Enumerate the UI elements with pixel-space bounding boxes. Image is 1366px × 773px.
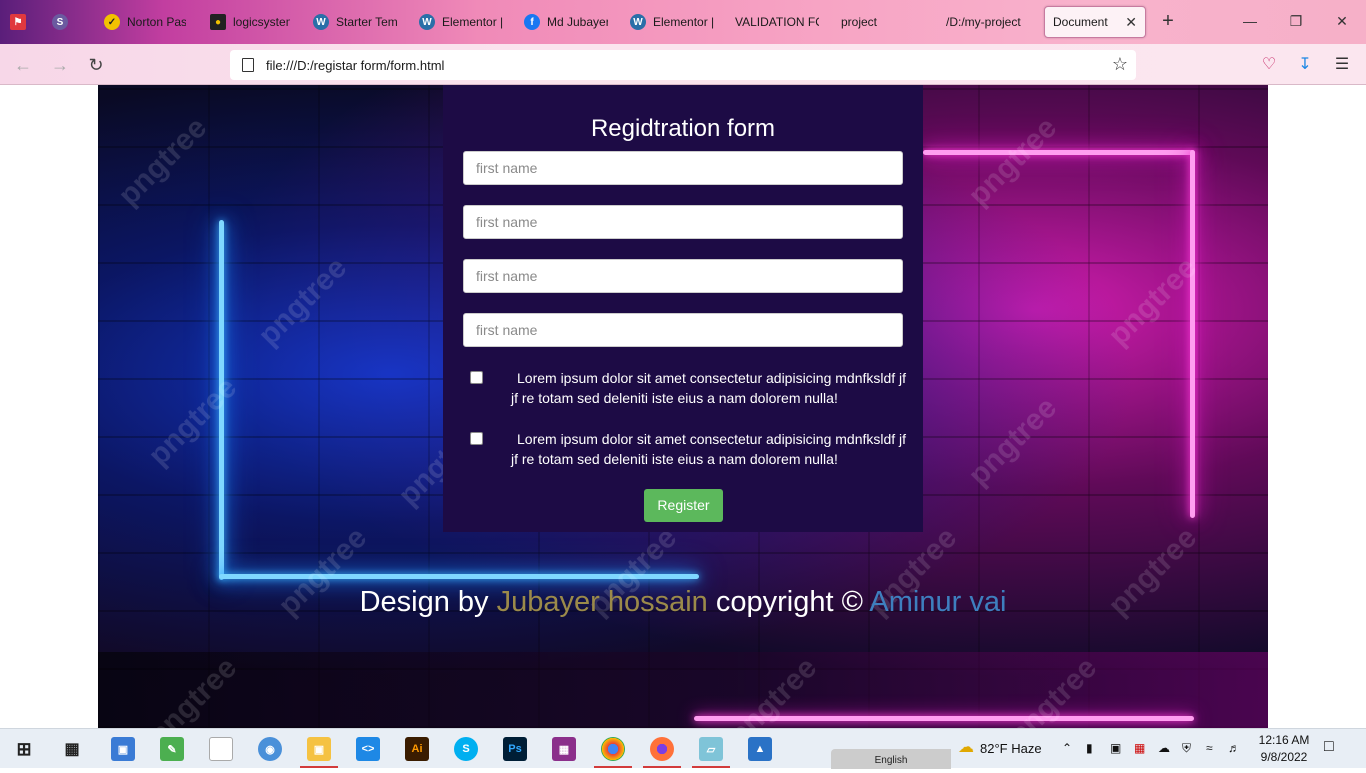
- volume-icon[interactable]: ♬: [1228, 741, 1240, 755]
- facebook-icon: f: [524, 14, 540, 30]
- tab-label: Starter Temp: [336, 15, 397, 29]
- first-name-field-1[interactable]: [463, 151, 903, 185]
- terms-checkbox-1[interactable]: [470, 371, 483, 384]
- windows-start-icon[interactable]: ⊞: [12, 737, 36, 761]
- clock-date: 9/8/2022: [1260, 750, 1308, 764]
- tab-document-active[interactable]: Document ✕: [1044, 6, 1146, 38]
- neon-brick-background: pngtree pngtree pngtree pngtree pngtree …: [98, 85, 1268, 728]
- author-name: Jubayer hossain: [496, 586, 708, 618]
- address-url: file:///D:/registar form/form.html: [266, 57, 445, 73]
- windows-taskbar: ⊞ ▦ ▣ ✎ ◉ ▣ <> Ai S Ps ▦ ▱ ▲ English ☁ 8…: [0, 728, 1366, 769]
- clock-time: 12:16 AM: [1258, 733, 1310, 747]
- tab-label: Elementor |: [442, 15, 503, 29]
- security-icon[interactable]: ⛨: [1182, 741, 1191, 756]
- wifi-icon[interactable]: ≈: [1206, 741, 1213, 755]
- forward-arrow-icon[interactable]: →: [47, 52, 73, 78]
- tab-md-jubayer[interactable]: f Md Jubayer: [524, 6, 608, 38]
- close-tab-icon[interactable]: ✕: [1125, 14, 1137, 31]
- photos-icon[interactable]: ▲: [748, 737, 772, 761]
- neon-pink-line: [1190, 150, 1195, 518]
- page-viewport: pngtree pngtree pngtree pngtree pngtree …: [0, 85, 1366, 728]
- reload-icon[interactable]: ↻: [83, 52, 109, 78]
- tab-norton[interactable]: ✓ Norton Pass: [104, 6, 186, 38]
- notepad-icon[interactable]: ✎: [160, 737, 184, 761]
- bookmark-star-icon[interactable]: ☆: [1112, 54, 1128, 75]
- checkbox-label: Lorem ipsum dolor sit amet consectetur a…: [511, 431, 907, 467]
- close-window-icon[interactable]: ✕: [1332, 10, 1352, 34]
- chevron-up-icon[interactable]: ⌃: [1062, 741, 1072, 755]
- tab-elementor-2[interactable]: W Elementor |: [630, 6, 714, 38]
- task-view-icon[interactable]: ▦: [60, 737, 84, 761]
- onedrive-icon[interactable]: ☁: [1158, 741, 1170, 755]
- logic-icon: ●: [210, 14, 226, 30]
- register-button[interactable]: Register: [644, 489, 723, 522]
- tab-label: /D:/my-project: [946, 15, 1021, 29]
- browser-nav-bar: ← → ↻ file:///D:/registar form/form.html…: [0, 44, 1366, 85]
- first-name-field-3[interactable]: [463, 259, 903, 293]
- language-indicator[interactable]: English: [831, 749, 951, 769]
- wordpress-icon: W: [419, 14, 435, 30]
- skype-icon[interactable]: S: [454, 737, 478, 761]
- device-icon[interactable]: ▣: [1110, 741, 1121, 755]
- tab-label: Md Jubayer: [547, 15, 608, 29]
- file-icon[interactable]: [209, 737, 233, 761]
- illustrator-icon[interactable]: Ai: [405, 737, 429, 761]
- tab-label: project: [841, 15, 878, 29]
- credit-name: Aminur vai: [869, 586, 1007, 618]
- credit-prefix: Design by: [359, 586, 489, 618]
- first-name-field-4[interactable]: [463, 313, 903, 347]
- terms-checkbox-2[interactable]: [470, 432, 483, 445]
- first-name-field-2[interactable]: [463, 205, 903, 239]
- tab-label: VALIDATION FO: [735, 15, 819, 29]
- form-title: Regidtration form: [590, 115, 776, 142]
- restore-window-icon[interactable]: ❐: [1286, 10, 1306, 34]
- tab-starter-templates[interactable]: W Starter Temp: [313, 6, 397, 38]
- browser-tab-strip: ⚑ S ✓ Norton Pass ● logicsystem W Starte…: [0, 0, 1366, 44]
- extension-icon[interactable]: S: [52, 6, 74, 38]
- tab-project[interactable]: project: [841, 6, 925, 38]
- battery-icon[interactable]: ▮: [1086, 741, 1093, 755]
- neon-pink-line: [923, 150, 1195, 155]
- chrome-icon[interactable]: [601, 737, 625, 761]
- tab-my-project[interactable]: /D:/my-project: [946, 6, 1030, 38]
- photoshop-icon[interactable]: Ps: [503, 737, 527, 761]
- notification-icon[interactable]: □: [1324, 738, 1334, 756]
- firefox-view-icon[interactable]: ⚑: [10, 6, 32, 38]
- pdf-icon[interactable]: ▦: [1134, 741, 1145, 755]
- copyright-text: copyright ©: [715, 586, 863, 618]
- weather-icon: ☁: [958, 739, 974, 756]
- tab-validation[interactable]: VALIDATION FO: [735, 6, 819, 38]
- tab-label: Norton Pass: [127, 15, 186, 29]
- footer-credit: Design by Jubayer hossain copyright © Am…: [98, 586, 1268, 619]
- weather-text[interactable]: 82°F Haze: [980, 741, 1042, 756]
- new-tab-button[interactable]: +: [1158, 10, 1178, 34]
- back-arrow-icon[interactable]: ←: [10, 52, 36, 78]
- tab-elementor-1[interactable]: W Elementor |: [419, 6, 503, 38]
- file-explorer-icon[interactable]: ▣: [307, 737, 331, 761]
- menu-icon[interactable]: ☰: [1330, 53, 1354, 77]
- page-icon: [242, 58, 254, 72]
- tab-logicsystem[interactable]: ● logicsystem: [210, 6, 290, 38]
- firefox-icon[interactable]: [650, 737, 674, 761]
- wordpress-icon: W: [313, 14, 329, 30]
- tab-label: logicsystem: [233, 15, 290, 29]
- globe-icon[interactable]: ◉: [258, 737, 282, 761]
- vscode-icon[interactable]: <>: [356, 737, 380, 761]
- minimize-window-icon[interactable]: —: [1240, 10, 1260, 34]
- norton-icon: ✓: [104, 14, 120, 30]
- pocket-icon[interactable]: ♡: [1257, 53, 1281, 77]
- app-icon[interactable]: ▱: [699, 737, 723, 761]
- tab-label: Document: [1053, 15, 1108, 29]
- system-clock[interactable]: 12:16 AM 9/8/2022: [1256, 732, 1312, 766]
- registration-form: Regidtration form Lorem ipsum dolor sit …: [443, 85, 923, 532]
- tab-label: Elementor |: [653, 15, 714, 29]
- winrar-icon[interactable]: ▦: [552, 737, 576, 761]
- wordpress-icon: W: [630, 14, 646, 30]
- checkbox-label: Lorem ipsum dolor sit amet consectetur a…: [511, 370, 907, 406]
- control-panel-icon[interactable]: ▣: [111, 737, 135, 761]
- download-icon[interactable]: ↧: [1293, 53, 1317, 77]
- address-bar[interactable]: file:///D:/registar form/form.html ☆: [230, 50, 1136, 80]
